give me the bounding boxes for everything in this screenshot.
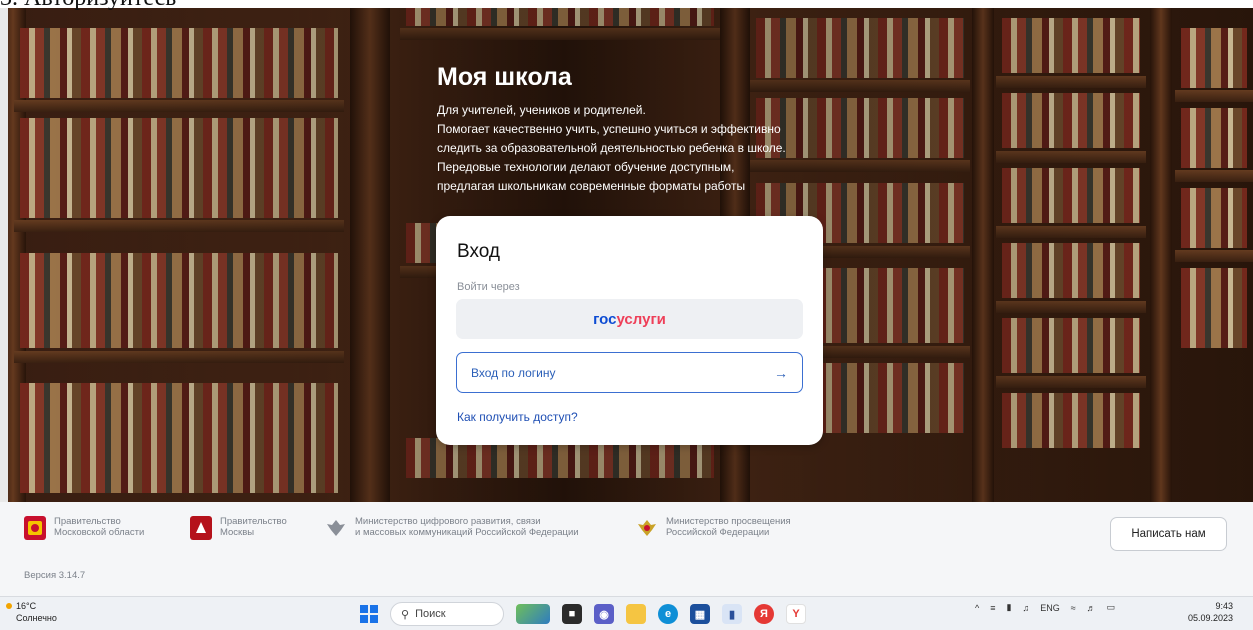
- org-name-line: Министерство цифрового развития, связи: [355, 516, 541, 527]
- gosuslugi-logo-part2: услуги: [616, 310, 666, 328]
- windows-start-icon[interactable]: [360, 605, 378, 623]
- volume-icon[interactable]: ♬: [1087, 603, 1096, 613]
- org-name-line: Правительство: [220, 516, 287, 527]
- gosuslugi-logo-part1: гос: [593, 310, 617, 328]
- hero-description: Для учителей, учеников и родителей. Помо…: [437, 101, 837, 196]
- yandex-app-icon[interactable]: Y: [786, 604, 806, 624]
- settings-sliders-icon[interactable]: ≡: [990, 603, 995, 613]
- footer-org-minprosvet[interactable]: Министерство просвещения Российской Феде…: [636, 516, 791, 540]
- hero-title: Моя школа: [437, 63, 572, 91]
- taskbar-clock[interactable]: 9:43 05.09.2023: [1183, 600, 1233, 624]
- document-caption: 3. Авторизуйтесь: [0, 0, 176, 10]
- wifi-icon[interactable]: ≈: [1071, 603, 1076, 613]
- battery-icon[interactable]: ▭: [1107, 602, 1116, 613]
- search-placeholder: Поиск: [415, 608, 446, 620]
- clock-date: 05.09.2023: [1187, 613, 1233, 623]
- russia-eagle-icon: [325, 516, 347, 540]
- sun-icon: [6, 603, 12, 609]
- org-name-line: Правительство: [54, 516, 121, 527]
- edge-browser-icon[interactable]: e: [658, 604, 678, 624]
- org-name-line: Московской области: [54, 527, 145, 538]
- search-icon: ⚲: [401, 608, 410, 621]
- hero-description-line: следить за образовательной деятельностью…: [437, 141, 786, 155]
- moscow-emblem-icon: [190, 516, 212, 540]
- moscow-oblast-emblem-icon: [24, 516, 46, 540]
- write-us-button[interactable]: Написать нам: [1110, 517, 1227, 551]
- taskbar: 16°C Солнечно ⚲ Поиск ■ ◉ e ▦ ▮ Я Y ^ ≡ …: [0, 596, 1253, 630]
- footer-org-moscow-oblast[interactable]: Правительство Московской области: [24, 516, 144, 540]
- footer: [0, 502, 1253, 596]
- hero-description-line: Передовые технологии делают обучение дос…: [437, 160, 735, 174]
- hero-description-line: Помогает качественно учить, успешно учит…: [437, 122, 781, 136]
- login-button-label: Вход по логину: [471, 365, 556, 380]
- org-name-line: и массовых коммуникаций Российской Федер…: [355, 527, 579, 538]
- arrow-right-icon: →: [774, 364, 788, 381]
- microsoft-store-icon[interactable]: ▦: [690, 604, 710, 624]
- footer-org-mincifry[interactable]: Министерство цифрового развития, связи и…: [325, 516, 579, 540]
- login-by-username-button[interactable]: Вход по логину →: [456, 352, 803, 393]
- how-to-get-access-link[interactable]: Как получить доступ?: [457, 410, 578, 424]
- screen: 3. Авторизуйтесь: [0, 0, 1253, 630]
- gosuslugi-login-button[interactable]: гос услуги: [456, 299, 803, 339]
- footer-org-moscow[interactable]: Правительство Москвы: [190, 516, 287, 540]
- file-explorer-icon[interactable]: [626, 604, 646, 624]
- weather-condition: Солнечно: [16, 613, 57, 623]
- chevron-up-icon[interactable]: ^: [975, 603, 979, 613]
- yandex-browser-icon[interactable]: Я: [754, 604, 774, 624]
- media-icon[interactable]: ▮: [1007, 602, 1012, 613]
- taskbar-apps: ⚲ Поиск ■ ◉ e ▦ ▮ Я Y: [360, 602, 806, 626]
- microphone-icon[interactable]: ♫: [1022, 603, 1029, 613]
- weather-widget[interactable]: 16°C Солнечно: [6, 600, 57, 624]
- teams-chat-icon[interactable]: ◉: [594, 604, 614, 624]
- org-name-line: Российской Федерации: [666, 527, 770, 538]
- russia-eagle-gold-icon: [636, 516, 658, 540]
- hero-description-line: предлагая школьникам современные форматы…: [437, 179, 746, 193]
- clock-time: 9:43: [1215, 601, 1233, 611]
- login-card: Вход Войти через гос услуги Вход по логин…: [436, 216, 823, 445]
- org-name-line: Москвы: [220, 527, 255, 538]
- org-name-line: Министерство просвещения: [666, 516, 791, 527]
- system-tray: ^ ≡ ▮ ♫ ENG ≈ ♬ ▭: [975, 602, 1115, 613]
- task-view-icon[interactable]: ■: [562, 604, 582, 624]
- login-title: Вход: [457, 241, 500, 262]
- taskbar-search[interactable]: ⚲ Поиск: [390, 602, 504, 626]
- hero-description-line: Для учителей, учеников и родителей.: [437, 103, 646, 117]
- weather-temperature: 16°C: [16, 601, 37, 611]
- media-player-icon[interactable]: ▮: [722, 604, 742, 624]
- widgets-icon[interactable]: [516, 604, 550, 624]
- version-label: Версия 3.14.7: [24, 570, 86, 581]
- language-indicator[interactable]: ENG: [1040, 603, 1060, 613]
- login-via-label: Войти через: [457, 281, 520, 293]
- window-edge: [0, 8, 8, 502]
